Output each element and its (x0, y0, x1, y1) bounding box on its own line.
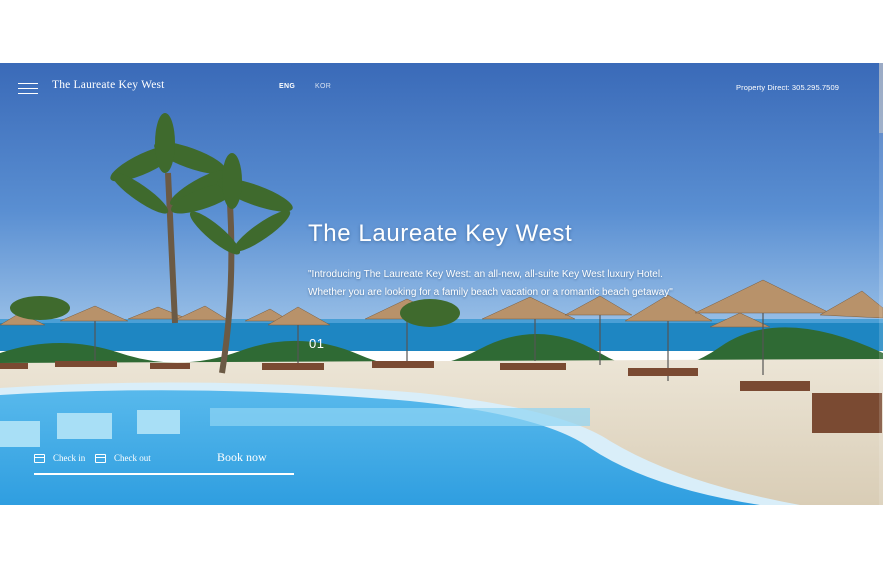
language-kor[interactable]: KOR (315, 83, 331, 90)
scrollbar-thumb[interactable] (879, 63, 883, 133)
language-eng[interactable]: ENG (279, 83, 295, 90)
calendar-icon (95, 453, 106, 463)
booking-bar: Check in Check out Book now (34, 450, 294, 475)
slide-number: 01 (309, 336, 325, 351)
property-phone[interactable]: Property Direct: 305.295.7509 (736, 83, 839, 92)
brand-name[interactable]: The Laureate Key West (52, 79, 165, 91)
hero-title: The Laureate Key West (308, 220, 573, 247)
booking-underline (34, 473, 294, 475)
book-now-button[interactable]: Book now (217, 450, 267, 465)
calendar-icon (34, 453, 45, 463)
hamburger-menu-icon[interactable] (18, 83, 38, 95)
check-in-field[interactable]: Check in (34, 453, 85, 463)
check-in-label: Check in (53, 453, 86, 463)
check-out-field[interactable]: Check out (95, 453, 151, 463)
check-out-label: Check out (114, 453, 151, 463)
scrollbar[interactable] (879, 63, 883, 505)
hero-section: The Laureate Key West ENG KOR Property D… (0, 63, 883, 505)
hero-description: "Introducing The Laureate Key West: an a… (308, 269, 673, 298)
